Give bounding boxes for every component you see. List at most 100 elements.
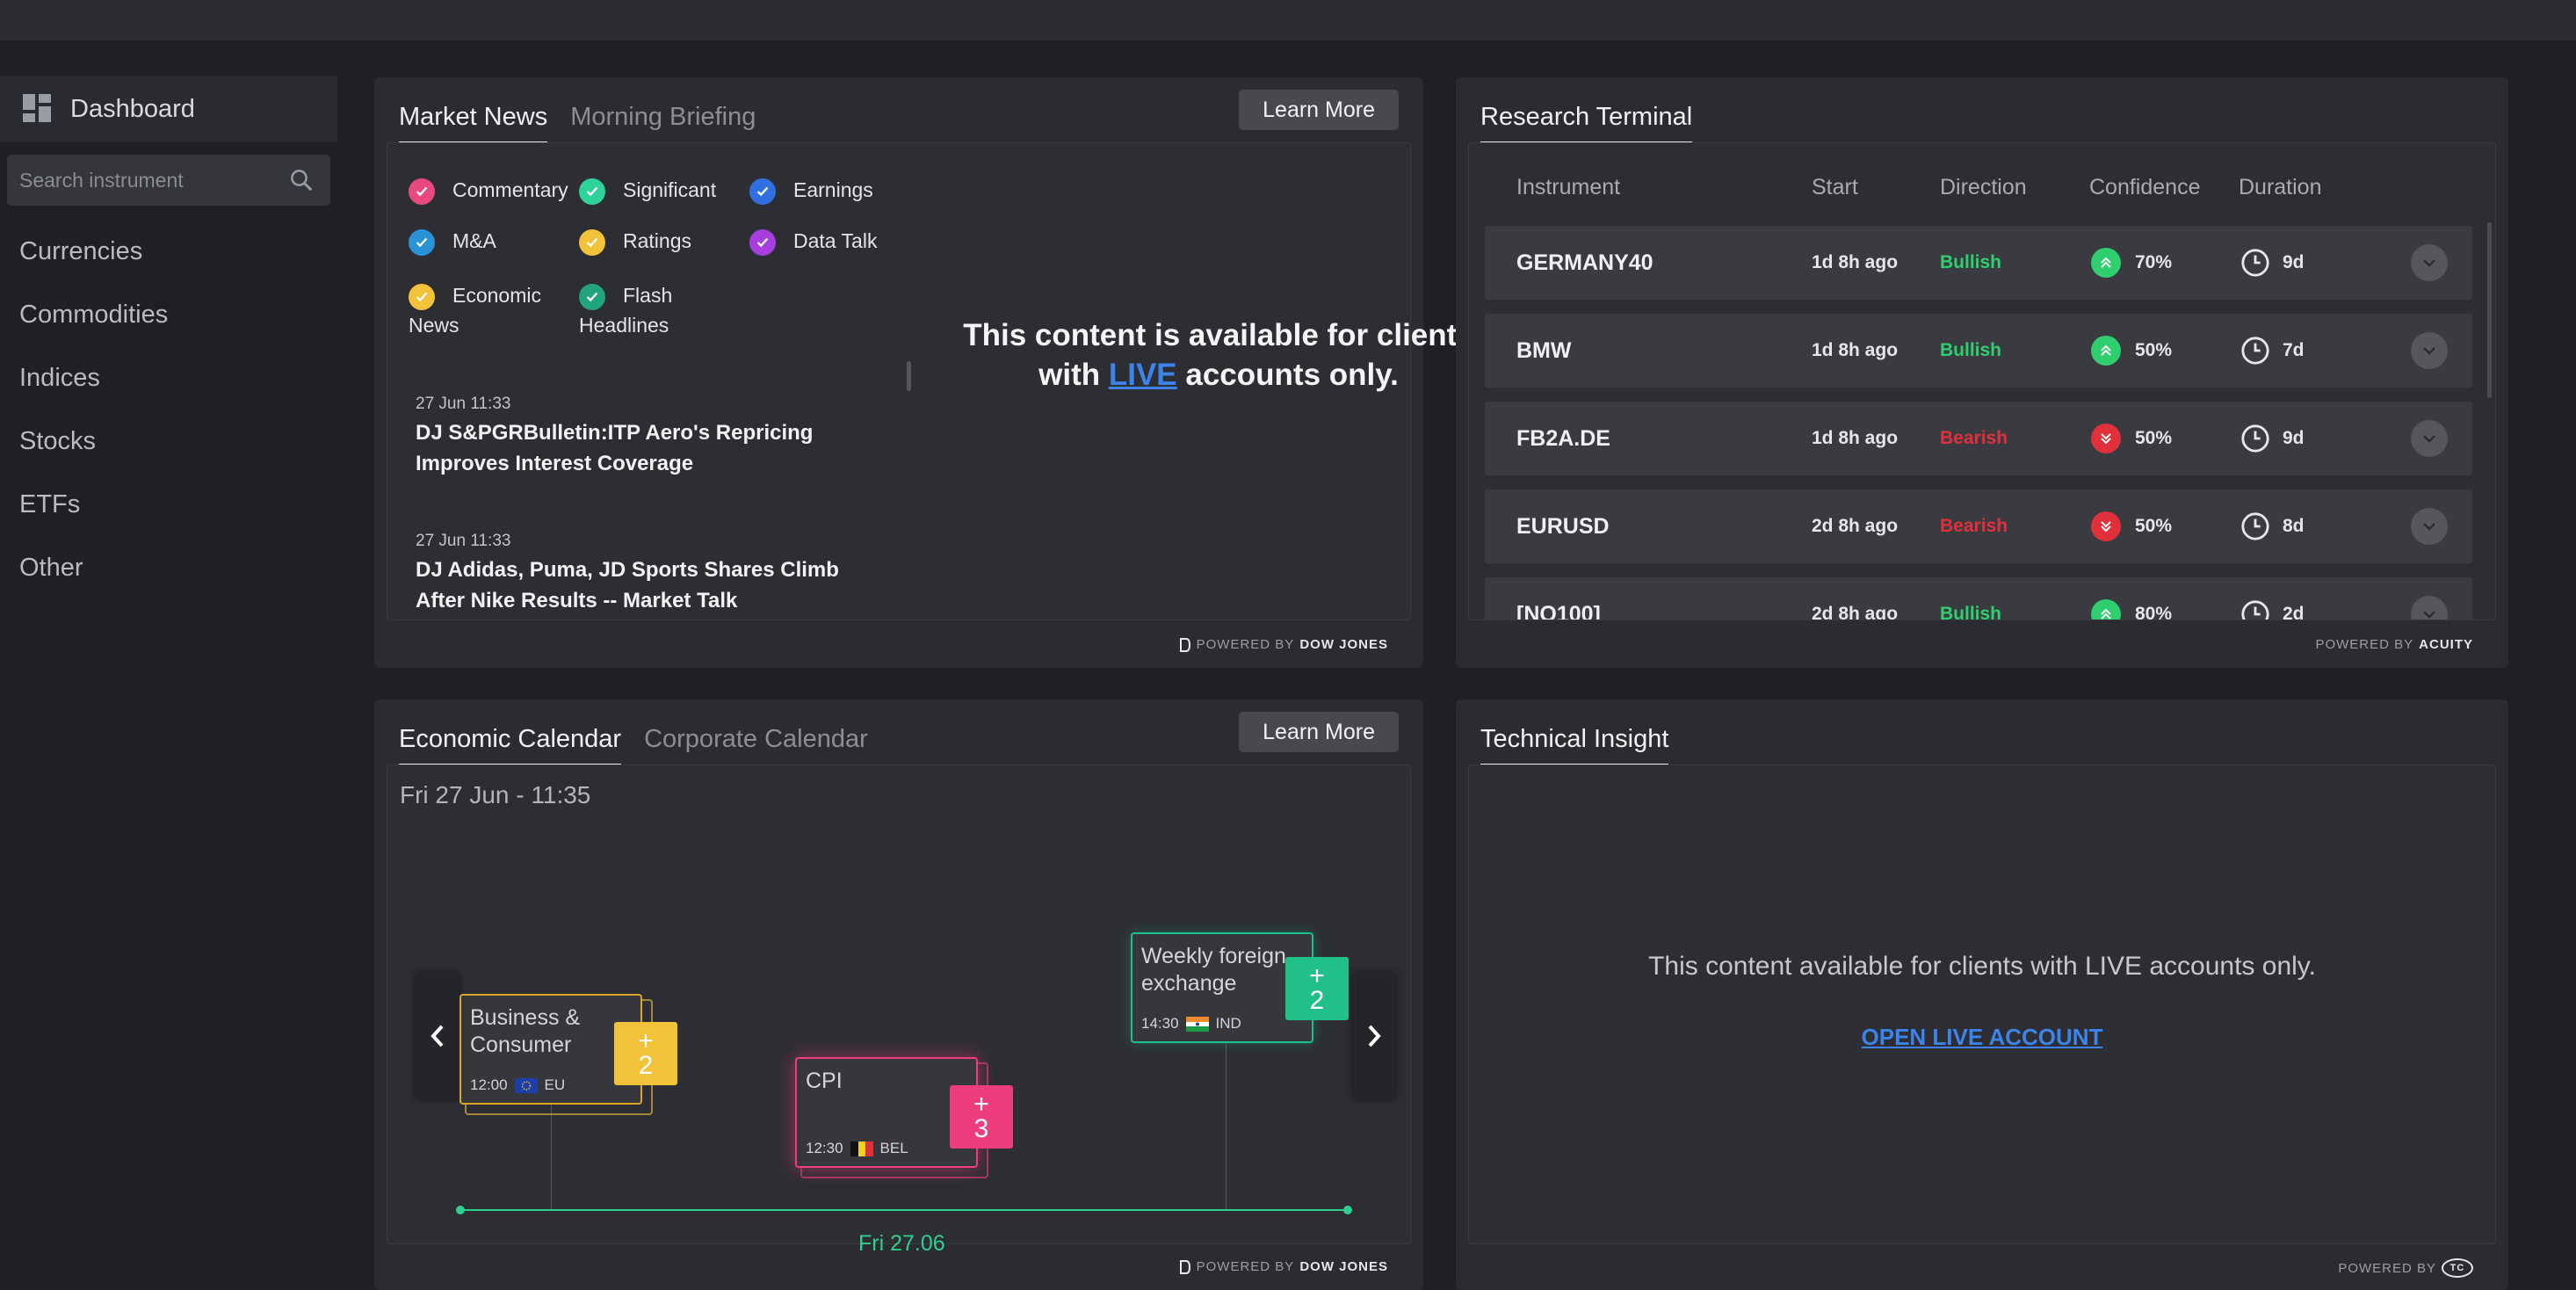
sidebar-item-etfs[interactable]: ETFs bbox=[0, 473, 337, 536]
direction: Bearish bbox=[1940, 428, 2008, 448]
expand-chevron-icon[interactable] bbox=[2411, 244, 2448, 281]
expand-chevron-icon[interactable] bbox=[2411, 508, 2448, 545]
learn-more-button[interactable]: Learn More bbox=[1239, 712, 1399, 752]
open-live-account-link[interactable]: OPEN LIVE ACCOUNT bbox=[1469, 1024, 2495, 1051]
table-row[interactable]: BMW 1d 8h ago Bullish 50% 7d bbox=[1485, 314, 2472, 388]
filter-economic-news[interactable]: Economic News bbox=[409, 280, 558, 340]
news-item[interactable]: 27 Jun 11:33 DJ S&PGRBulletin:ITP Aero's… bbox=[416, 395, 890, 479]
event-meta: 14:30 IND bbox=[1141, 1015, 1241, 1032]
tab-technical-insight[interactable]: Technical Insight bbox=[1480, 725, 1669, 766]
sidebar-item-commodities[interactable]: Commodities bbox=[0, 283, 337, 346]
tab-research-terminal[interactable]: Research Terminal bbox=[1480, 103, 1693, 144]
confidence: 70% bbox=[2091, 226, 2172, 300]
start-time: 2d 8h ago bbox=[1812, 516, 1899, 536]
tab-corporate-calendar[interactable]: Corporate Calendar bbox=[644, 725, 868, 766]
filter-data-talk[interactable]: Data Talk bbox=[749, 229, 877, 256]
research-scrollbar[interactable] bbox=[2487, 222, 2492, 398]
clock-icon bbox=[2241, 424, 2269, 453]
sidebar-item-stocks[interactable]: Stocks bbox=[0, 409, 337, 473]
india-flag-icon bbox=[1185, 1016, 1209, 1032]
technical-content: This content available for clients with … bbox=[1468, 765, 2496, 1244]
confidence: 80% bbox=[2091, 577, 2172, 620]
powered-by-tc: POWERED BY TC bbox=[2338, 1258, 2473, 1278]
dow-jones-logo-icon bbox=[1179, 637, 1190, 652]
event-count-badge[interactable]: +2 bbox=[614, 1022, 677, 1085]
market-news-content: Commentary Significant Earnings M&A Rati… bbox=[387, 142, 1474, 620]
timeline-end-dot bbox=[1343, 1206, 1352, 1214]
sidebar-dashboard[interactable]: Dashboard bbox=[0, 76, 337, 142]
sidebar-nav: Currencies Commodities Indices Stocks ET… bbox=[0, 220, 337, 599]
event-meta: 12:30 BEL bbox=[806, 1140, 908, 1156]
sidebar-item-indices[interactable]: Indices bbox=[0, 346, 337, 409]
event-card[interactable]: Weekly foreign exchange 14:30 IND +2 bbox=[1131, 932, 1349, 1043]
start-time: 1d 8h ago bbox=[1812, 252, 1899, 272]
event-title: CPI bbox=[806, 1069, 843, 1093]
search-box bbox=[7, 155, 330, 206]
tab-market-news[interactable]: Market News bbox=[399, 103, 548, 144]
check-icon bbox=[579, 178, 605, 205]
live-link[interactable]: LIVE bbox=[1109, 358, 1177, 392]
live-accounts-message: This content is available for clients wi… bbox=[963, 318, 1474, 392]
filter-earnings[interactable]: Earnings bbox=[749, 178, 873, 205]
confidence: 50% bbox=[2091, 314, 2172, 388]
event-card[interactable]: CPI 12:30 BEL +3 bbox=[795, 1057, 1013, 1168]
start-time: 1d 8h ago bbox=[1812, 340, 1899, 360]
powered-by-acuity: POWERED BY ACUITY bbox=[2315, 637, 2473, 652]
eu-flag-icon bbox=[514, 1077, 538, 1093]
event-title: Business & Consumer bbox=[470, 1005, 581, 1057]
tab-economic-calendar[interactable]: Economic Calendar bbox=[399, 725, 622, 766]
event-card[interactable]: Business & Consumer 12:00 EU +2 bbox=[459, 994, 677, 1105]
prev-arrow-button[interactable] bbox=[416, 973, 459, 1099]
instrument-name: GERMANY40 bbox=[1516, 250, 1653, 275]
market-news-tabs: Market News Morning Briefing bbox=[399, 77, 778, 144]
instrument-name: EURUSD bbox=[1516, 513, 1610, 539]
col-confidence: Confidence bbox=[2089, 175, 2201, 199]
belgium-flag-icon bbox=[850, 1141, 873, 1156]
duration: 9d bbox=[2240, 402, 2305, 475]
bearish-down-icon bbox=[2091, 511, 2121, 541]
bearish-down-icon bbox=[2091, 424, 2121, 453]
col-direction: Direction bbox=[1940, 175, 2027, 199]
news-time: 27 Jun 11:33 bbox=[416, 395, 511, 413]
clock-icon bbox=[2241, 512, 2269, 540]
table-row[interactable]: [NQ100] 2d 8h ago Bullish 80% 2d bbox=[1485, 577, 2472, 620]
filter-ma[interactable]: M&A bbox=[409, 229, 496, 256]
clock-icon bbox=[2241, 249, 2269, 277]
learn-more-button[interactable]: Learn More bbox=[1239, 90, 1399, 130]
filters-scrollbar[interactable] bbox=[907, 361, 911, 391]
check-icon bbox=[749, 178, 776, 205]
event-count-badge[interactable]: +2 bbox=[1285, 957, 1349, 1020]
table-row[interactable]: GERMANY40 1d 8h ago Bullish 70% 9d bbox=[1485, 226, 2472, 300]
economic-calendar-panel: Economic Calendar Corporate Calendar Lea… bbox=[374, 699, 1423, 1290]
event-count-badge[interactable]: +3 bbox=[950, 1085, 1013, 1149]
news-item[interactable]: 27 Jun 11:33 DJ Adidas, Puma, JD Sports … bbox=[416, 532, 890, 616]
table-row[interactable]: EURUSD 2d 8h ago Bearish 50% 8d bbox=[1485, 489, 2472, 563]
filter-commentary[interactable]: Commentary bbox=[409, 178, 568, 205]
clock-icon bbox=[2241, 337, 2269, 365]
expand-chevron-icon[interactable] bbox=[2411, 596, 2448, 620]
direction: Bullish bbox=[1940, 340, 2002, 360]
bullish-up-icon bbox=[2091, 248, 2121, 278]
table-row[interactable]: FB2A.DE 1d 8h ago Bearish 50% 9d bbox=[1485, 402, 2472, 475]
technical-insight-panel: Technical Insight This content available… bbox=[1456, 699, 2508, 1290]
next-arrow-button[interactable] bbox=[1352, 973, 1396, 1099]
filter-significant[interactable]: Significant bbox=[579, 178, 716, 205]
expand-chevron-icon[interactable] bbox=[2411, 420, 2448, 457]
check-icon bbox=[579, 283, 605, 310]
calendar-date-header: Fri 27 Jun - 11:35 bbox=[400, 781, 591, 808]
tab-morning-briefing[interactable]: Morning Briefing bbox=[570, 103, 756, 144]
dashboard-icon bbox=[23, 94, 53, 124]
confidence: 50% bbox=[2091, 489, 2172, 563]
expand-chevron-icon[interactable] bbox=[2411, 332, 2448, 369]
timeline-date-label: Fri 27.06 bbox=[858, 1231, 945, 1256]
filter-flash-headlines[interactable]: Flash Headlines bbox=[579, 280, 711, 340]
sidebar-item-currencies[interactable]: Currencies bbox=[0, 220, 337, 283]
bullish-up-icon bbox=[2091, 599, 2121, 620]
duration: 7d bbox=[2240, 314, 2305, 388]
sidebar: Dashboard Currencies Commodities Indices… bbox=[0, 76, 337, 599]
timeline-start-dot bbox=[456, 1206, 465, 1214]
sidebar-item-other[interactable]: Other bbox=[0, 536, 337, 599]
search-input[interactable] bbox=[19, 168, 265, 192]
search-icon[interactable] bbox=[288, 167, 315, 193]
filter-ratings[interactable]: Ratings bbox=[579, 229, 691, 256]
